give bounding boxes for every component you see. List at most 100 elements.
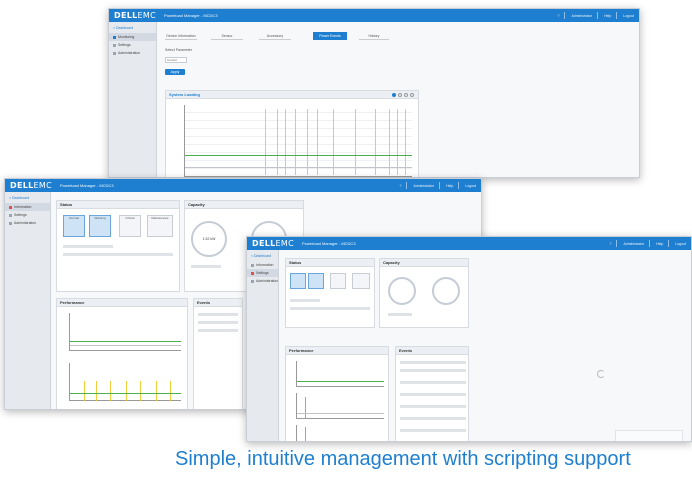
zoom-in-icon[interactable] — [398, 93, 402, 97]
window-front-titlebar: DELLEMC Powerload Manager - MCDC3 ? Admi… — [247, 237, 691, 250]
window-back: DELLEMC Powerload Manager - MCDC3 ? Admi… — [108, 8, 640, 178]
panel-title: Performance — [57, 299, 187, 307]
user-menu[interactable]: Administrator — [571, 14, 592, 18]
sidebar-item-settings[interactable]: Settings — [5, 211, 50, 219]
event-row — [400, 417, 466, 420]
event-row — [198, 313, 238, 316]
status-row — [290, 299, 320, 302]
status-chip-critical[interactable]: Critical — [119, 215, 141, 237]
window-middle-titlebar: DELLEMC Powerload Manager - MCDC3 ? Admi… — [5, 179, 481, 192]
event-row — [198, 329, 238, 332]
settings-icon[interactable] — [392, 93, 396, 97]
chart-spike — [156, 381, 157, 401]
status-row — [63, 253, 173, 256]
back-link[interactable]: < Dashboard — [109, 25, 156, 33]
sidebar-item-administration[interactable]: Administration — [109, 49, 156, 57]
event-row — [400, 369, 466, 372]
window-front: DELLEMC Powerload Manager - MCDC3 ? Admi… — [246, 236, 692, 442]
status-chip-normal[interactable]: Normal — [63, 215, 85, 237]
event-row — [400, 429, 466, 432]
sidebar: < Dashboard Information Settings Adminis… — [247, 250, 279, 441]
chart-spike — [307, 109, 308, 175]
logout-link[interactable]: Logout — [465, 184, 476, 188]
panel-title: Performance — [286, 347, 388, 355]
sidebar-item-monitoring[interactable]: Monitoring — [109, 33, 156, 41]
app-title: Powerload Manager - MCDC3 — [163, 13, 218, 18]
loading-spinner-icon — [597, 370, 605, 378]
capacity-row — [191, 265, 221, 268]
sidebar-item-information[interactable]: Information — [5, 203, 50, 211]
back-link[interactable]: < Dashboard — [247, 253, 278, 261]
events-panel: Events — [193, 298, 243, 409]
sidebar-item-settings[interactable]: Settings — [247, 269, 278, 277]
status-chip[interactable] — [352, 273, 370, 289]
reset-icon[interactable] — [410, 93, 414, 97]
capacity-gauge-secondary — [432, 277, 460, 305]
help-icon[interactable]: ? — [558, 14, 560, 18]
performance-chart-bottom — [69, 363, 181, 401]
tab-history[interactable]: History — [359, 32, 389, 40]
status-chip-warning[interactable]: Warning — [89, 215, 111, 237]
chart-spike — [170, 381, 171, 401]
monitor-icon — [113, 35, 116, 39]
help-icon[interactable]: ? — [610, 242, 612, 246]
tab-device-information[interactable]: Device Information — [165, 32, 197, 40]
admin-icon — [9, 221, 12, 225]
chart-series-line — [297, 413, 384, 414]
back-link[interactable]: < Dashboard — [5, 195, 50, 203]
notification-box — [615, 430, 683, 441]
help-link[interactable]: Help — [604, 14, 611, 18]
dell-emc-logo: DELLEMC — [114, 11, 156, 20]
chart-spike — [295, 109, 296, 175]
capacity-gauge — [388, 277, 416, 305]
tab-accessory[interactable]: Accessory — [259, 32, 291, 40]
help-link[interactable]: Help — [656, 242, 663, 246]
sidebar-item-settings[interactable]: Settings — [109, 41, 156, 49]
apply-button[interactable]: Apply — [165, 69, 185, 75]
filter-label: Select Parameter — [165, 48, 193, 52]
chart-series-line — [185, 167, 412, 168]
main-content: Device Information Sensor Accessory Powe… — [157, 22, 639, 177]
help-icon[interactable]: ? — [400, 184, 402, 188]
chart-spike — [305, 427, 306, 441]
tab-power-events[interactable]: Power Events — [313, 32, 347, 40]
info-icon — [251, 263, 254, 267]
panel-toolbar — [392, 93, 414, 97]
status-chip-maintenance[interactable]: Maintenance — [147, 215, 173, 237]
filter-dropdown[interactable]: Current — [165, 57, 187, 63]
settings-icon — [251, 271, 254, 275]
panel-title: Status — [57, 201, 179, 209]
chart-series-line — [185, 155, 412, 156]
status-row — [63, 245, 113, 248]
logout-link[interactable]: Logout — [623, 14, 634, 18]
chart-series-line — [297, 381, 384, 382]
zoom-out-icon[interactable] — [404, 93, 408, 97]
sidebar-item-administration[interactable]: Administration — [5, 219, 50, 227]
panel-title: Capacity — [185, 201, 303, 209]
app-title: Powerload Manager - MCDC3 — [59, 183, 114, 188]
tab-sensor[interactable]: Sensor — [211, 32, 243, 40]
capacity-row — [388, 313, 412, 316]
chart-spike — [96, 381, 97, 401]
status-chip[interactable] — [308, 273, 324, 289]
chart-series-line — [70, 393, 181, 394]
user-menu[interactable]: Administrator — [413, 184, 434, 188]
sidebar-item-administration[interactable]: Administration — [247, 277, 278, 285]
panel-title: Events — [396, 347, 468, 355]
performance-panel: Performance — [285, 346, 389, 441]
sidebar: < Dashboard Monitoring Settings Administ… — [109, 22, 157, 177]
logout-link[interactable]: Logout — [675, 242, 686, 246]
sidebar-item-information[interactable]: Information — [247, 261, 278, 269]
chart-spike — [285, 109, 286, 175]
status-chip[interactable] — [330, 273, 346, 289]
chart-spike — [405, 109, 406, 175]
chart-spike — [84, 381, 85, 401]
performance-chart-middle — [296, 393, 384, 419]
panel-title: Events — [194, 299, 242, 307]
status-chip[interactable] — [290, 273, 306, 289]
events-panel: Events — [395, 346, 469, 441]
capacity-gauge: 1.52 kW — [191, 221, 227, 257]
user-menu[interactable]: Administrator — [623, 242, 644, 246]
panel-title: Capacity — [380, 259, 468, 267]
help-link[interactable]: Help — [446, 184, 453, 188]
